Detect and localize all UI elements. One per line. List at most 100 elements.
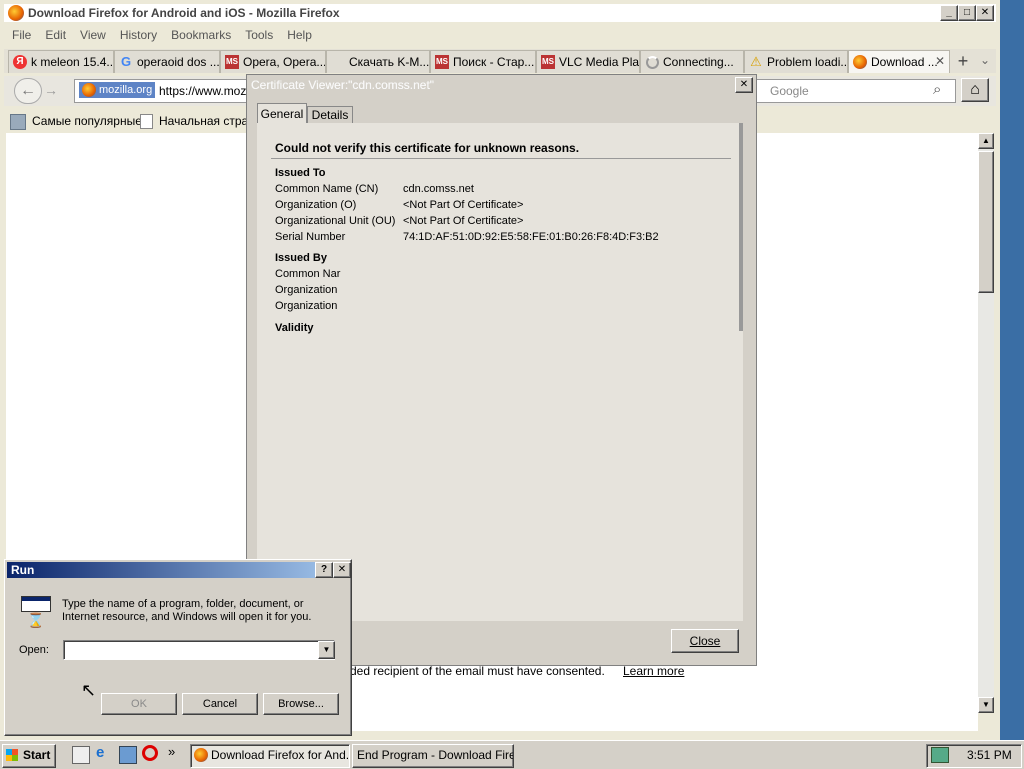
tab-label: Opera, Opera... [243, 55, 326, 69]
url-text[interactable]: https://www.mozil [159, 84, 252, 98]
tab-operaoid[interactable]: G operaoid dos ... [114, 50, 220, 73]
open-input[interactable]: ▼ [63, 640, 335, 660]
close-button[interactable]: Close [671, 629, 739, 653]
search-icon[interactable]: ⌕ [933, 81, 941, 98]
opera-icon[interactable] [142, 745, 158, 761]
close-tab-icon[interactable]: ✕ [935, 54, 945, 68]
window-title: Download Firefox for Android and iOS - M… [28, 6, 340, 20]
verification-warning: Could not verify this certificate for un… [275, 141, 580, 155]
show-desktop-icon[interactable] [72, 746, 90, 764]
menu-view[interactable]: View [80, 28, 106, 42]
tab-opera[interactable]: MS Opera, Opera... [220, 50, 326, 73]
minimize-button[interactable]: _ [940, 5, 958, 21]
bookmark-folder-icon [10, 114, 26, 130]
explorer-icon[interactable] [119, 746, 137, 764]
bookmark-most-visited[interactable]: Самые популярные [32, 114, 142, 128]
start-button[interactable]: Start [2, 744, 56, 768]
issued-by-heading: Issued By [275, 252, 327, 264]
menu-file[interactable]: File [12, 28, 31, 42]
firefox-icon [194, 748, 208, 762]
tab-kmeleon-download[interactable]: Скачать K-M... [326, 50, 430, 73]
close-dialog-button[interactable]: ✕ [735, 77, 753, 93]
quicklaunch-chevron-icon[interactable]: » [168, 744, 175, 759]
tab-label: Поиск - Стар... [453, 55, 535, 69]
site-identity-badge[interactable]: mozilla.org [79, 82, 156, 98]
back-button[interactable]: ← [14, 78, 42, 104]
field-value: <Not Part Of Certificate> [403, 215, 524, 227]
system-tray: 3:51 PM [926, 744, 1022, 768]
tab-list-chevron-icon[interactable]: ⌄ [980, 53, 990, 67]
run-description: Type the name of a program, folder, docu… [62, 598, 312, 623]
close-dialog-button[interactable]: ✕ [333, 562, 351, 578]
ok-button[interactable]: OK [101, 693, 177, 715]
task-label: End Program - Download Fire... [357, 748, 514, 762]
field-value: <Not Part Of Certificate> [403, 199, 524, 211]
tab-general[interactable]: General [257, 103, 307, 124]
dialog-titlebar[interactable]: Certificate Viewer:"cdn.comss.net" ✕ [247, 75, 756, 95]
task-firefox[interactable]: Download Firefox for And... [190, 744, 350, 768]
firefox-icon [8, 5, 24, 21]
mouse-cursor-icon: ↖ [81, 680, 97, 700]
run-icon: ⌛ [19, 596, 51, 628]
open-label: Open: [19, 644, 49, 656]
search-bar[interactable]: Google ⌕ [749, 79, 956, 103]
network-icon[interactable] [931, 747, 949, 763]
clock[interactable]: 3:51 PM [967, 748, 1012, 762]
menu-bookmarks[interactable]: Bookmarks [171, 28, 231, 42]
tab-vlc[interactable]: MS VLC Media Pla... [536, 50, 640, 73]
dialog-titlebar[interactable]: Run ? ✕ [7, 562, 351, 578]
learn-more-link[interactable]: Learn more [623, 664, 684, 678]
scroll-down-button[interactable]: ▼ [978, 697, 994, 713]
tab-search[interactable]: MS Поиск - Стар... [430, 50, 536, 73]
loading-icon [646, 56, 659, 69]
validity-heading: Validity [275, 322, 314, 334]
task-label: Download Firefox for And... [211, 748, 350, 762]
start-label: Start [23, 748, 51, 762]
blank-icon [331, 55, 345, 69]
search-placeholder: Google [770, 84, 809, 98]
maximize-button[interactable]: □ [958, 5, 976, 21]
new-tab-button[interactable]: + [952, 51, 974, 71]
tab-download[interactable]: Download ... ✕ [848, 50, 950, 73]
help-button[interactable]: ? [315, 562, 333, 578]
windows-logo-icon [6, 749, 18, 761]
firefox-icon [853, 55, 867, 69]
issued-to-heading: Issued To [275, 167, 326, 179]
menu-help[interactable]: Help [287, 28, 312, 42]
menubar: File Edit View History Bookmarks Tools Help [4, 28, 996, 46]
scroll-up-button[interactable]: ▲ [978, 133, 994, 149]
yandex-icon: Я [13, 55, 27, 69]
tab-label: k meleon 15.4... [31, 55, 114, 69]
general-panel: Could not verify this certificate for un… [257, 123, 743, 621]
browse-button[interactable]: Browse... [263, 693, 339, 715]
run-dialog: Run ? ✕ ⌛ Type the name of a program, fo… [4, 559, 352, 736]
ms-icon: MS [541, 55, 555, 69]
field-label: Organization [275, 300, 338, 312]
tab-kmeleon[interactable]: Я k meleon 15.4... [8, 50, 114, 73]
tab-problem[interactable]: ⚠ Problem loadi... [744, 50, 848, 73]
menu-tools[interactable]: Tools [245, 28, 273, 42]
scroll-thumb[interactable] [978, 151, 994, 293]
firefox-icon [82, 83, 96, 97]
window-titlebar[interactable]: Download Firefox for Android and iOS - M… [4, 4, 996, 22]
home-button[interactable]: ⌂ [961, 78, 989, 102]
cancel-button[interactable]: Cancel [182, 693, 258, 715]
field-label: Common Name (CN) [275, 183, 379, 195]
forward-button[interactable]: → [44, 82, 58, 98]
warning-icon: ⚠ [750, 54, 762, 69]
divider [271, 158, 731, 159]
ie-icon[interactable]: e [96, 744, 104, 761]
menu-edit[interactable]: Edit [45, 28, 66, 42]
close-window-button[interactable]: ✕ [976, 5, 994, 21]
ms-icon: MS [225, 55, 239, 69]
dropdown-chevron-icon[interactable]: ▼ [318, 641, 335, 659]
tab-details[interactable]: Details [307, 106, 353, 124]
bookmark-start-page[interactable]: Начальная стран [159, 114, 255, 128]
menu-history[interactable]: History [120, 28, 157, 42]
tab-connecting[interactable]: Connecting... [640, 50, 744, 73]
page-scrollbar[interactable]: ▲ ▼ [978, 133, 994, 713]
field-value: cdn.comss.net [403, 183, 474, 195]
google-icon: G [120, 54, 132, 69]
task-end-program[interactable]: End Program - Download Fire... [352, 744, 514, 768]
panel-scrollbar[interactable] [739, 123, 743, 331]
